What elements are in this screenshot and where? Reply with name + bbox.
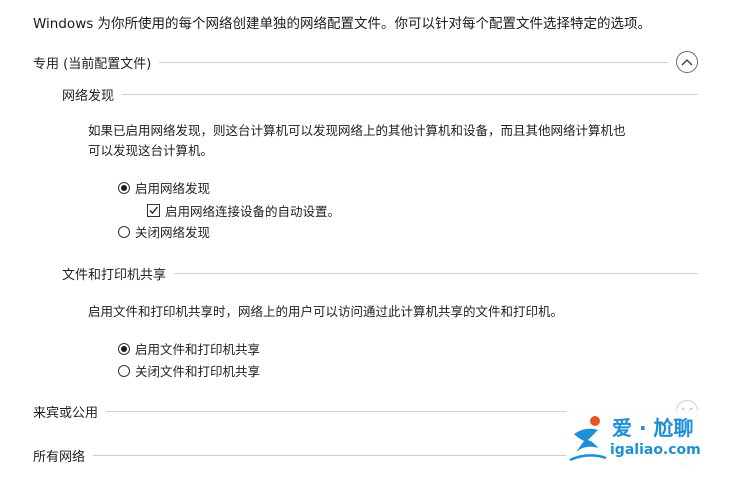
radio-selected-icon[interactable] — [118, 181, 130, 194]
divider — [174, 273, 698, 274]
network-discovery-description: 如果已启用网络发现，则这台计算机可以发现网络上的其他计算机和设备，而且其他网络计… — [88, 121, 698, 161]
file-sharing-title: 文件和打印机共享 — [62, 268, 167, 283]
profile-private-header[interactable]: 专用 (当前配置文件) — [33, 51, 698, 73]
checkbox-auto-setup[interactable]: 启用网络连接设备的自动设置。 — [147, 201, 340, 220]
watermark-logo-icon — [569, 416, 607, 462]
divider — [159, 61, 668, 63]
file-sharing-description: 启用文件和打印机共享时，网络上的用户可以访问通过此计算机共享的文件和打印机。 — [88, 304, 564, 319]
collapse-chevron-up-icon[interactable] — [676, 51, 698, 73]
radio-unselected-icon[interactable] — [118, 225, 130, 238]
radio-file-sharing-off[interactable]: 关闭文件和打印机共享 — [118, 361, 260, 380]
radio-label: 启用文件和打印机共享 — [135, 342, 261, 357]
profile-guest-public-title: 来宾或公用 — [33, 405, 99, 421]
network-discovery-header: 网络发现 — [62, 85, 698, 104]
radio-network-discovery-on[interactable]: 启用网络发现 — [118, 178, 210, 197]
checkbox-checked-icon[interactable] — [147, 204, 160, 217]
divider — [122, 94, 698, 95]
radio-label: 启用网络发现 — [135, 181, 211, 196]
watermark-brand: 爱 · 尬聊 — [612, 416, 694, 440]
radio-network-discovery-off[interactable]: 关闭网络发现 — [118, 222, 210, 241]
radio-label: 关闭网络发现 — [135, 225, 211, 240]
watermark-url: igaliao.com — [610, 442, 701, 458]
description-line: 可以发现这台计算机。 — [88, 143, 214, 158]
network-discovery-title: 网络发现 — [62, 89, 115, 104]
profile-all-networks-title: 所有网络 — [33, 449, 86, 465]
description-line: 如果已启用网络发现，则这台计算机可以发现网络上的其他计算机和设备，而且其他网络计… — [88, 123, 626, 138]
intro-text: Windows 为你所使用的每个网络创建单独的网络配置文件。你可以针对每个配置文… — [33, 16, 652, 32]
radio-selected-icon[interactable] — [118, 342, 130, 355]
checkbox-label: 启用网络连接设备的自动设置。 — [165, 204, 341, 219]
radio-unselected-icon[interactable] — [118, 364, 130, 377]
profile-private-title: 专用 (当前配置文件) — [33, 56, 152, 72]
radio-file-sharing-on[interactable]: 启用文件和打印机共享 — [118, 339, 260, 358]
radio-label: 关闭文件和打印机共享 — [135, 364, 261, 379]
file-sharing-header: 文件和打印机共享 — [62, 264, 698, 283]
watermark: 爱 · 尬聊 igaliao.com — [566, 410, 716, 468]
